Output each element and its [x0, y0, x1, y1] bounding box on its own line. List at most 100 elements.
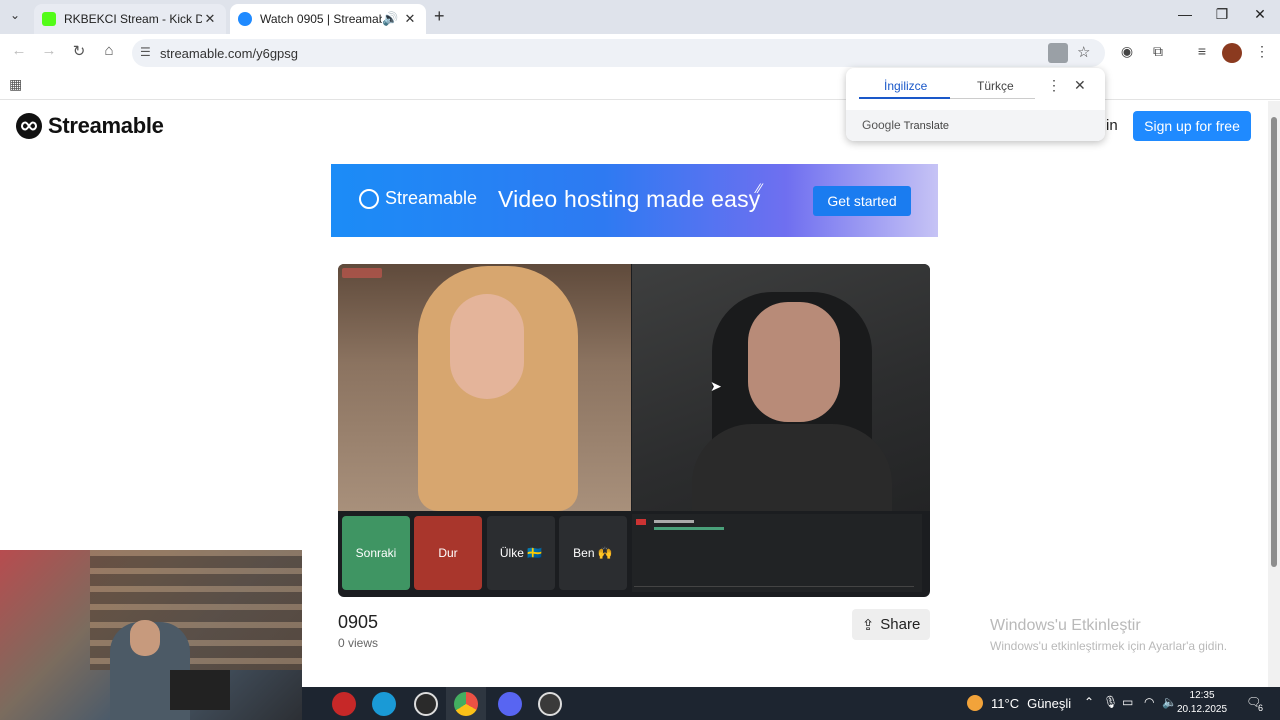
sun-icon	[967, 695, 983, 711]
video-views: 0 views	[338, 636, 379, 650]
new-tab-button[interactable]: +	[434, 6, 445, 27]
person-body	[692, 424, 892, 511]
share-label: Share	[880, 616, 921, 633]
share-icon: ⇪	[861, 616, 875, 634]
me-button[interactable]: Ben 🙌	[559, 516, 627, 590]
streamable-logo-icon	[359, 188, 379, 209]
tab-kick-dashboard[interactable]: RKBEKCI Stream - Kick Dashboard ✕	[34, 4, 226, 34]
media-controls-icon[interactable]: ≡	[1192, 43, 1212, 63]
tab-strip: ⌄ RKBEKCI Stream - Kick Dashboard ✕ Watc…	[0, 0, 1280, 34]
activation-title: Windows'u Etkinleştir	[990, 617, 1141, 634]
volume-icon[interactable]: 🔈	[1162, 695, 1177, 709]
extensions-icon[interactable]: ⧉	[1148, 43, 1168, 63]
apps-grid-icon[interactable]: ▦	[9, 76, 22, 93]
video-title: 0905	[338, 612, 379, 632]
country-button[interactable]: Ülke 🇸🇪	[487, 516, 555, 590]
address-bar[interactable]: ☰ streamable.com/y6gpsg ☆	[132, 39, 1105, 67]
translate-source-tab[interactable]: İngilizce	[884, 79, 927, 93]
clock-time: 12:35	[1189, 690, 1215, 701]
site-info-icon[interactable]: ☰	[140, 45, 151, 59]
chat-panel	[632, 514, 922, 592]
active-tab-indicator	[859, 97, 950, 99]
chat-line-1	[654, 520, 694, 523]
speaker-icon[interactable]: 🔊	[382, 11, 398, 27]
page-scrollbar[interactable]	[1268, 101, 1280, 687]
chat-flag-icon	[636, 519, 646, 525]
banner-logo-text: Streamable	[385, 188, 478, 208]
back-icon[interactable]: ←	[8, 42, 30, 64]
tab-title: Watch 0905 | Streamable	[260, 12, 382, 26]
obs-icon[interactable]	[414, 692, 438, 716]
weather-temp: 11°C	[991, 695, 1020, 711]
microphone-icon[interactable]: 🎙	[1103, 695, 1118, 709]
browser-toolbar: ← → ↻ ⌂ ☰ streamable.com/y6gpsg ☆ ◉ ⧉ ≡ …	[0, 34, 1280, 72]
clock[interactable]: 12:35 20.12.2025	[1177, 689, 1227, 717]
video-player[interactable]: ➤ Sonraki Dur Ülke 🇸🇪 Ben 🙌	[338, 264, 930, 597]
battery-icon[interactable]: ▭	[1122, 695, 1133, 709]
menu-icon[interactable]: ⋮	[1252, 43, 1272, 63]
promo-banner[interactable]: Streamable Video hosting made easy ⁄⁄ Ge…	[331, 164, 938, 237]
next-button[interactable]: Sonraki	[342, 516, 410, 590]
reload-icon[interactable]: ↻	[68, 42, 90, 64]
translate-target-tab[interactable]: Türkçe	[977, 79, 1014, 93]
discord-icon[interactable]	[498, 692, 522, 716]
wifi-icon[interactable]: ◠	[1144, 695, 1154, 709]
person-face	[450, 294, 524, 399]
share-button[interactable]: ⇪ Share	[852, 609, 930, 640]
edge-icon[interactable]	[372, 692, 396, 716]
person-head	[130, 620, 160, 656]
webcam-overlay	[0, 550, 302, 720]
notification-count: 6	[1258, 703, 1264, 713]
translate-menu-icon[interactable]: ⋮	[1047, 77, 1061, 94]
chrome-active-indicator	[446, 687, 486, 720]
home-icon[interactable]: ⌂	[98, 42, 120, 64]
taskbar: 11°C Güneşli ⌃ 🎙 ▭ ◠ 🔈 12:35 20.12.2025 …	[302, 687, 1280, 720]
maximize-button[interactable]: ❐	[1208, 6, 1236, 28]
windows-activation-watermark: Windows'u Etkinleştir Windows'u etkinleş…	[990, 617, 1227, 653]
tab-title: RKBEKCI Stream - Kick Dashboard	[64, 12, 202, 26]
tab-search-chevron-icon[interactable]: ⌄	[10, 8, 20, 22]
url-text: streamable.com/y6gpsg	[160, 45, 299, 61]
scrollbar-thumb[interactable]	[1271, 117, 1277, 567]
extension-vpn-icon[interactable]: ◉	[1117, 43, 1137, 63]
translate-footer: Google Translate	[846, 110, 1105, 141]
mouse-cursor-icon: ➤	[710, 378, 722, 394]
weather-widget[interactable]: 11°C Güneşli	[967, 695, 1071, 711]
sign-in-link[interactable]: in	[1106, 117, 1118, 134]
chat-line-2	[654, 527, 724, 530]
translate-product: Translate	[903, 120, 950, 132]
stop-button[interactable]: Dur	[414, 516, 482, 590]
close-tab-icon[interactable]: ✕	[402, 11, 418, 27]
app-red-icon[interactable]	[332, 692, 356, 716]
banner-tagline: Video hosting made easy	[498, 186, 761, 212]
bookmark-star-icon[interactable]: ☆	[1077, 43, 1090, 61]
video-right-feed: ➤	[632, 264, 930, 511]
close-window-button[interactable]: ✕	[1246, 6, 1274, 28]
tab-divider	[950, 98, 1035, 99]
translate-close-icon[interactable]: ✕	[1074, 77, 1086, 94]
streamable-logo[interactable]: Streamable	[16, 113, 164, 139]
forward-icon[interactable]: →	[38, 42, 60, 64]
banner-logo: Streamable	[359, 188, 477, 209]
streamable-logo-icon	[16, 113, 42, 139]
person-face	[748, 302, 840, 422]
tray-chevron-icon[interactable]: ⌃	[1084, 695, 1094, 709]
video-left-feed	[338, 264, 631, 511]
clock-date: 20.12.2025	[1177, 704, 1228, 715]
weather-desc: Güneşli	[1027, 695, 1072, 711]
monitor	[170, 670, 230, 710]
close-tab-icon[interactable]: ✕	[202, 11, 218, 27]
sign-up-button[interactable]: Sign up for free	[1133, 111, 1251, 141]
record-app-icon[interactable]	[538, 692, 562, 716]
video-watermark-icon	[342, 268, 382, 278]
logo-text: Streamable	[48, 113, 164, 138]
get-started-button[interactable]: Get started	[813, 186, 911, 216]
translate-popup: İngilizce Türkçe ⋮ ✕ Google Translate	[846, 68, 1105, 141]
streamable-icon	[238, 12, 252, 26]
translate-icon[interactable]	[1048, 43, 1068, 63]
google-brand: Google	[862, 118, 901, 132]
tab-streamable[interactable]: Watch 0905 | Streamable 🔊 ✕	[230, 4, 426, 34]
profile-avatar[interactable]	[1222, 43, 1242, 63]
chat-input[interactable]	[634, 586, 914, 587]
minimize-button[interactable]: —	[1171, 6, 1199, 28]
